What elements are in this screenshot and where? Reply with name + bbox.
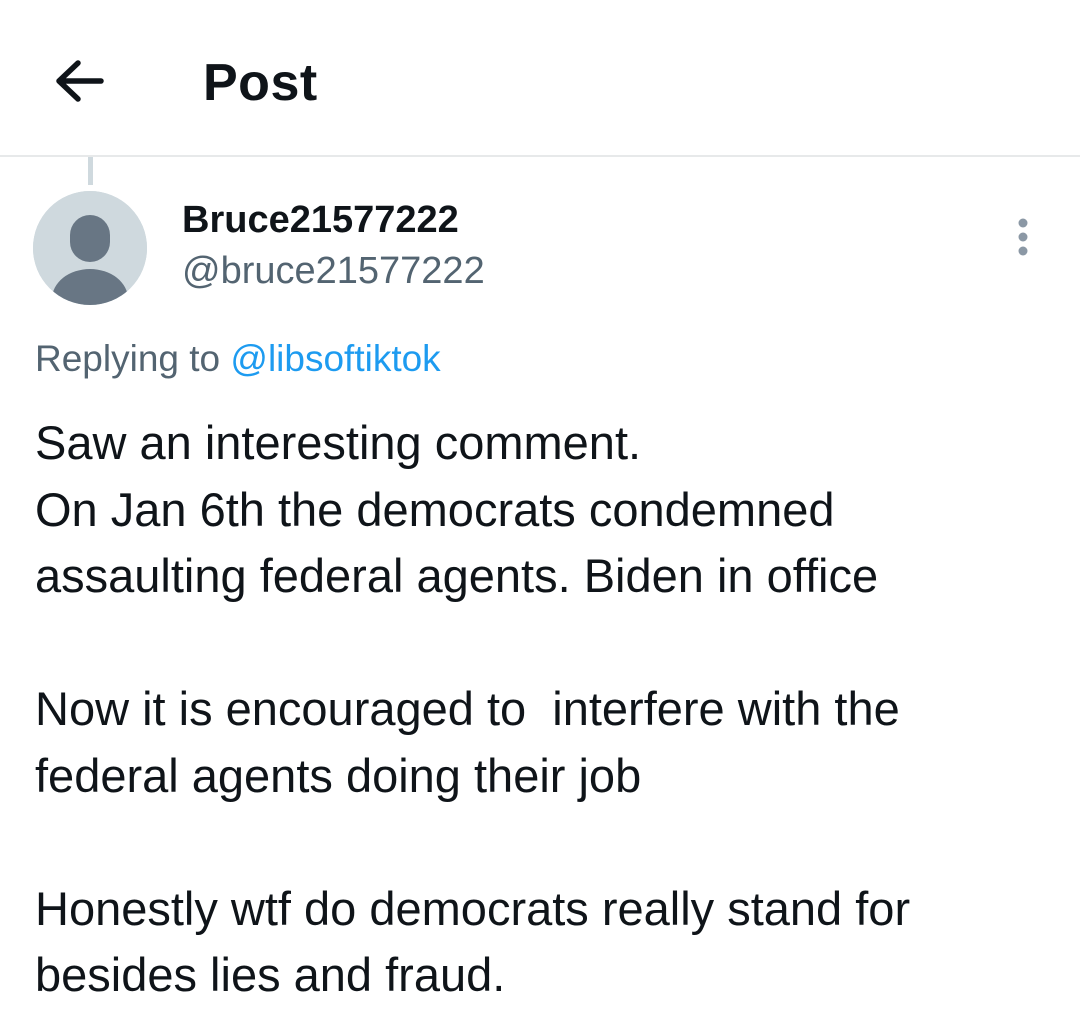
back-button[interactable] <box>48 52 110 110</box>
default-user-avatar-icon <box>33 191 147 305</box>
replying-to-handle-link[interactable]: @libsoftiktok <box>230 338 440 379</box>
page-title: Post <box>203 54 318 112</box>
post-text: Saw an interesting comment. On Jan 6th t… <box>35 410 1065 1009</box>
post-text-line: Saw an interesting comment. <box>35 416 642 469</box>
author-handle[interactable]: @bruce21577222 <box>182 248 485 294</box>
post-text-line: On Jan 6th the democrats condemned <box>35 482 835 536</box>
more-options-button[interactable] <box>1006 214 1040 260</box>
post-text-line: Honestly wtf do democrats really stand f… <box>35 881 911 935</box>
replying-to-label: Replying to <box>35 338 221 379</box>
post-text-blank-line <box>35 610 1065 677</box>
post-text-line: federal agents doing their job <box>35 748 642 802</box>
post-text-blank-line <box>35 809 1065 876</box>
thread-connector-line <box>88 157 93 185</box>
post-text-line: Now it is encouraged to interfere with t… <box>35 682 900 735</box>
replying-to: Replying to @libsoftiktok <box>35 336 441 382</box>
post-text-line: assaulting federal agents. Biden in offi… <box>35 549 879 602</box>
top-app-bar: Post <box>0 0 1080 157</box>
arrow-left-icon <box>56 60 104 102</box>
vertical-ellipsis-icon <box>1018 218 1028 256</box>
avatar[interactable] <box>33 191 147 305</box>
post-text-line: besides lies and fraud. <box>35 948 506 1001</box>
author-display-name[interactable]: Bruce21577222 <box>182 197 459 243</box>
